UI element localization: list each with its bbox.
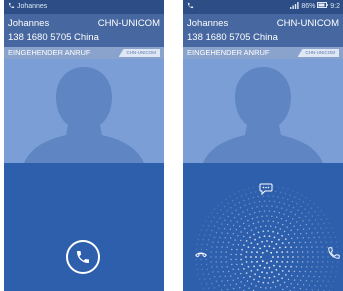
clock: 9:2 [330,3,340,10]
status-caller-name: Johannes [16,3,48,10]
caller-info: Johannes CHN-UNICOM 138 1680 5705 China [4,14,164,47]
status-bar: Johannes [4,0,164,14]
call-controls-area [4,163,164,291]
answer-phone-icon[interactable] [327,245,341,261]
phone-icon [8,2,15,9]
incoming-call-screen-right: 86% 9:2 Johannes CHN-UNICOM 138 1680 570… [183,0,343,291]
caller-name: Johannes [8,18,50,29]
contact-photo [4,59,164,163]
caller-info: Johannes CHN-UNICOM 138 1680 5705 China [183,14,343,47]
battery-icon [317,2,329,8]
message-bubble-icon[interactable] [259,183,273,195]
phone-handset-icon [77,251,89,263]
contact-silhouette-icon [203,67,323,163]
incoming-call-bar: EINGEHENDER ANRUF CHN-UNICOM [4,47,164,59]
incoming-call-screen-left: Johannes Johannes CHN-UNICOM 138 1680 57… [4,0,164,291]
answer-call-button[interactable] [66,240,100,274]
sim-badge: CHN-UNICOM [118,49,160,57]
contact-photo [183,59,343,163]
caller-number: 138 1680 5705 China [187,32,278,43]
status-left: Johannes [8,0,47,14]
status-bar: 86% 9:2 [183,0,343,14]
incoming-call-label: EINGEHENDER ANRUF [187,48,270,57]
sim-badge: CHN-UNICOM [297,49,339,57]
status-right: 86% 9:2 [290,0,340,14]
incoming-call-bar: EINGEHENDER ANRUF CHN-UNICOM [183,47,343,59]
caller-name: Johannes [187,18,229,29]
incoming-call-label: EINGEHENDER ANRUF [8,48,91,57]
carrier-name: CHN-UNICOM [276,18,339,29]
decline-phone-icon[interactable] [194,247,208,261]
caller-number: 138 1680 5705 China [8,32,99,43]
status-left [187,0,194,14]
phone-icon [187,2,194,9]
carrier-name: CHN-UNICOM [97,18,160,29]
glowpad-area [183,163,343,291]
signal-icon [290,2,299,9]
contact-silhouette-icon [24,67,144,163]
battery-percent: 86% [301,3,316,10]
